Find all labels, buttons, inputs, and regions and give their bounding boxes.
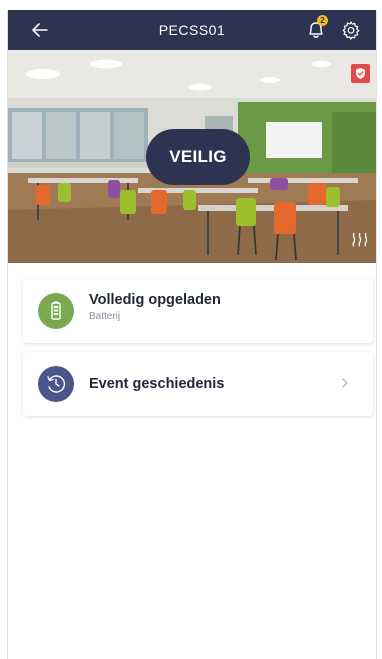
chevron-right-icon: [342, 378, 348, 388]
camera-preview[interactable]: VEILIG: [8, 50, 376, 263]
motion-waves-icon[interactable]: [350, 230, 370, 248]
battery-icon: [51, 301, 61, 320]
battery-icon-circle: [38, 293, 74, 329]
battery-card: Volledig opgeladen Batterij: [23, 279, 373, 343]
settings-gear-icon[interactable]: [341, 20, 361, 40]
history-icon: [47, 375, 66, 393]
alert-shield-icon[interactable]: [351, 64, 370, 83]
battery-label: Batterij: [89, 311, 121, 322]
notification-badge: 2: [317, 15, 328, 26]
event-history-row[interactable]: Event geschiedenis: [23, 352, 373, 416]
status-pill: VEILIG: [146, 129, 250, 185]
event-history-title: Event geschiedenis: [89, 376, 225, 392]
history-icon-circle: [38, 366, 74, 402]
top-bar: PECSS01 2: [8, 10, 376, 50]
battery-status-title: Volledig opgeladen: [89, 292, 221, 308]
app-screen: PECSS01 2 VEILIG Volledig opgeladen Batt…: [7, 10, 377, 659]
